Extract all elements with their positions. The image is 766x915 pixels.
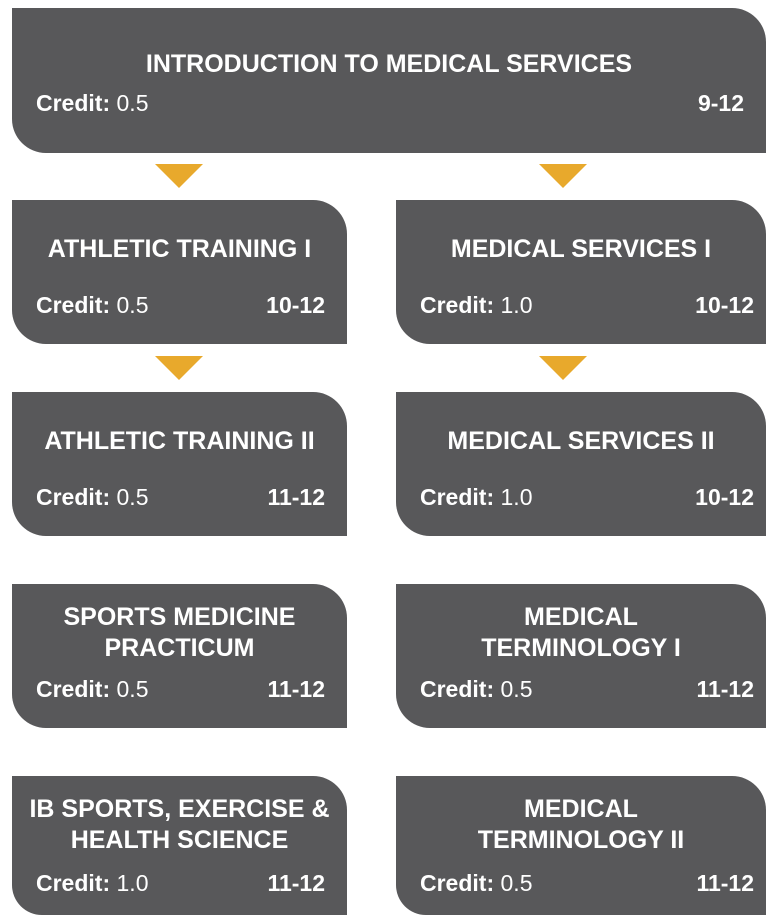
credit-label: Credit: <box>36 292 111 318</box>
course-title-line: IB SPORTS, EXERCISE & <box>29 795 330 823</box>
course-title: IB SPORTS, EXERCISE & HEALTH SCIENCE <box>12 794 347 856</box>
credit-label: Credit: <box>36 870 111 896</box>
flow-arrow <box>155 356 203 380</box>
grade-range: 10-12 <box>695 484 754 510</box>
course-title: ATHLETIC TRAINING II <box>12 426 347 457</box>
credit-value: 0.5 <box>116 90 149 116</box>
course-title-line: TERMINOLOGY I <box>481 634 681 662</box>
course-title-line: MEDICAL SERVICES II <box>447 427 715 455</box>
course-box-athletic-training-2: ATHLETIC TRAINING II Credit: 0.5 11-12 <box>12 392 347 536</box>
credit-value: 0.5 <box>500 676 533 702</box>
credit-value: 0.5 <box>500 870 533 896</box>
credit-label: Credit: <box>420 676 495 702</box>
credit-label: Credit: <box>36 676 111 702</box>
course-title-line: ATHLETIC TRAINING I <box>47 235 312 263</box>
grade-range: 10-12 <box>695 292 754 318</box>
credit-label: Credit: <box>420 484 495 510</box>
course-title-line: MEDICAL <box>524 795 638 823</box>
credit-info: Credit: 0.5 <box>420 676 533 702</box>
grade-range: 9-12 <box>697 90 744 116</box>
course-title: SPORTS MEDICINE PRACTICUM <box>12 602 347 664</box>
grade-range: 10-12 <box>266 292 325 318</box>
credit-info: Credit: 0.5 <box>36 90 149 116</box>
credit-label: Credit: <box>36 484 111 510</box>
credit-value: 1.0 <box>116 870 149 896</box>
credit-value: 0.5 <box>116 292 149 318</box>
course-meta: Credit: 0.5 11-12 <box>420 870 754 896</box>
flow-arrow <box>539 356 587 380</box>
course-meta: Credit: 0.5 11-12 <box>420 676 754 702</box>
grade-range: 11-12 <box>696 676 754 702</box>
course-box-sports-medicine-practicum: SPORTS MEDICINE PRACTICUM Credit: 0.5 11… <box>12 584 347 728</box>
course-title-line: INTRODUCTION TO MEDICAL SERVICES <box>145 50 633 78</box>
credit-info: Credit: 0.5 <box>36 484 149 510</box>
credit-info: Credit: 1.0 <box>36 870 149 896</box>
course-title-line: MEDICAL SERVICES I <box>450 235 712 263</box>
credit-info: Credit: 1.0 <box>420 292 533 318</box>
course-meta: Credit: 1.0 11-12 <box>36 870 325 896</box>
credit-info: Credit: 0.5 <box>36 292 149 318</box>
credit-value: 1.0 <box>500 292 533 318</box>
flow-arrow <box>539 164 587 188</box>
course-title-line: PRACTICUM <box>104 634 255 662</box>
credit-value: 0.5 <box>116 484 149 510</box>
course-title: MEDICAL TERMINOLOGY II <box>396 794 766 856</box>
course-box-medical-services-1: MEDICAL SERVICES I Credit: 1.0 10-12 <box>396 200 766 344</box>
course-title-line: SPORTS MEDICINE <box>63 603 296 631</box>
credit-label: Credit: <box>420 292 495 318</box>
course-title-line: MEDICAL <box>524 603 638 631</box>
course-title: MEDICAL SERVICES I <box>396 234 766 265</box>
credit-info: Credit: 0.5 <box>36 676 149 702</box>
course-meta: Credit: 1.0 10-12 <box>420 484 754 510</box>
flow-arrow <box>155 164 203 188</box>
credit-value: 1.0 <box>500 484 533 510</box>
course-meta: Credit: 0.5 11-12 <box>36 484 325 510</box>
course-meta: Credit: 0.5 9-12 <box>36 90 744 116</box>
course-box-medical-terminology-1: MEDICAL TERMINOLOGY I Credit: 0.5 11-12 <box>396 584 766 728</box>
course-title-line: ATHLETIC TRAINING II <box>44 427 315 455</box>
course-box-ib-sports-exercise-health-science: IB SPORTS, EXERCISE & HEALTH SCIENCE Cre… <box>12 776 347 915</box>
course-box-athletic-training-1: ATHLETIC TRAINING I Credit: 0.5 10-12 <box>12 200 347 344</box>
course-title-line: TERMINOLOGY II <box>477 826 685 854</box>
course-title: MEDICAL TERMINOLOGY I <box>396 602 766 664</box>
course-box-medical-terminology-2: MEDICAL TERMINOLOGY II Credit: 0.5 11-12 <box>396 776 766 915</box>
course-meta: Credit: 0.5 10-12 <box>36 292 325 318</box>
credit-value: 0.5 <box>116 676 149 702</box>
grade-range: 11-12 <box>267 870 325 896</box>
course-title-line: HEALTH SCIENCE <box>70 826 289 854</box>
course-meta: Credit: 0.5 11-12 <box>36 676 325 702</box>
course-title: ATHLETIC TRAINING I <box>12 234 347 265</box>
credit-label: Credit: <box>420 870 495 896</box>
grade-range: 11-12 <box>696 870 754 896</box>
credit-label: Credit: <box>36 90 111 116</box>
course-title: INTRODUCTION TO MEDICAL SERVICES <box>12 49 766 80</box>
course-box-intro: INTRODUCTION TO MEDICAL SERVICES Credit:… <box>12 8 766 153</box>
course-meta: Credit: 1.0 10-12 <box>420 292 754 318</box>
credit-info: Credit: 0.5 <box>420 870 533 896</box>
grade-range: 11-12 <box>267 484 325 510</box>
course-title: MEDICAL SERVICES II <box>396 426 766 457</box>
course-box-medical-services-2: MEDICAL SERVICES II Credit: 1.0 10-12 <box>396 392 766 536</box>
grade-range: 11-12 <box>267 676 325 702</box>
credit-info: Credit: 1.0 <box>420 484 533 510</box>
